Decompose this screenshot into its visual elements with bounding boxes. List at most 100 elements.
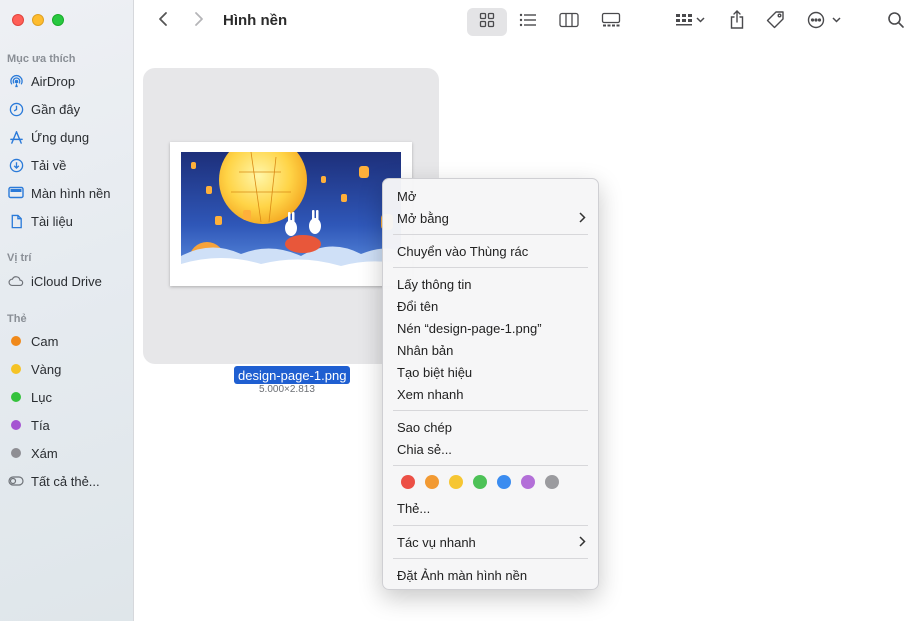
green-tag-swatch[interactable] xyxy=(473,475,487,489)
menu-separator xyxy=(393,525,588,526)
purple-tag-icon xyxy=(11,420,21,430)
cloud-icon xyxy=(8,273,24,289)
menu-item-copy[interactable]: Sao chép xyxy=(397,417,586,437)
menu-item-label: Mở bằng xyxy=(397,210,449,226)
menu-item-compress[interactable]: Nén “design-page-1.png” xyxy=(397,318,586,338)
clock-icon xyxy=(8,101,24,117)
menu-item-label: Chuyển vào Thùng rác xyxy=(397,243,529,259)
menu-item-quick-look[interactable]: Xem nhanh xyxy=(397,384,586,404)
menu-item-label: Tạo biệt hiệu xyxy=(397,364,473,380)
ellipsis-circle-icon xyxy=(807,11,841,34)
purple-tag-swatch[interactable] xyxy=(521,475,535,489)
red-tag-swatch[interactable] xyxy=(401,475,415,489)
sidebar-tag-yellow[interactable]: Vàng xyxy=(8,358,61,380)
sidebar-item-label: Lục xyxy=(31,389,52,405)
column-view-icon xyxy=(559,12,579,33)
sidebar-tag-purple[interactable]: Tía xyxy=(8,414,50,436)
menu-item-label: Nén “design-page-1.png” xyxy=(397,320,542,336)
sidebar-tag-orange[interactable]: Cam xyxy=(8,330,58,352)
yellow-tag-swatch[interactable] xyxy=(449,475,463,489)
menu-item-label: Đặt Ảnh màn hình nền xyxy=(397,567,528,583)
sidebar-all-tags[interactable]: Tất cả thẻ... xyxy=(8,470,100,492)
sidebar-item-icloud-drive[interactable]: iCloud Drive xyxy=(8,270,102,292)
document-icon xyxy=(8,213,24,229)
fullscreen-window-button[interactable] xyxy=(52,14,64,26)
tag-color-picker xyxy=(401,475,559,489)
menu-item-rename[interactable]: Đổi tên xyxy=(397,296,586,316)
orange-tag-swatch[interactable] xyxy=(425,475,439,489)
sidebar-item-recents[interactable]: Gần đây xyxy=(8,98,80,120)
chevron-right-icon xyxy=(194,11,204,32)
window-title: Hình nền xyxy=(223,12,288,29)
sidebar-item-label: Xám xyxy=(31,445,58,461)
menu-item-duplicate[interactable]: Nhân bản xyxy=(397,340,586,360)
sidebar-tag-gray[interactable]: Xám xyxy=(8,442,58,464)
tags-header: Thẻ xyxy=(7,313,27,325)
sidebar-item-applications[interactable]: Ứng dụng xyxy=(8,126,89,148)
sidebar-item-documents[interactable]: Tài liệu xyxy=(8,210,73,232)
sidebar-item-label: Cam xyxy=(31,333,59,349)
share-button[interactable] xyxy=(724,8,750,36)
sidebar-item-desktop[interactable]: Màn hình nền xyxy=(8,182,111,204)
download-icon xyxy=(8,157,24,173)
group-icon xyxy=(675,13,705,32)
orange-tag-icon xyxy=(11,336,21,346)
menu-item-label: Xem nhanh xyxy=(397,386,464,402)
chevron-right-icon xyxy=(579,211,586,226)
back-button[interactable] xyxy=(152,10,174,32)
file-name-label[interactable]: design-page-1.png xyxy=(234,366,351,384)
file-dimensions: 5.000×2.813 xyxy=(259,384,315,395)
file-thumbnail xyxy=(181,152,401,274)
icon-view-button[interactable] xyxy=(467,8,507,36)
menu-item-tags[interactable]: Thẻ... xyxy=(397,498,586,518)
menu-item-label: Sao chép xyxy=(397,419,452,435)
sidebar-item-downloads[interactable]: Tải về xyxy=(8,154,66,176)
menu-item-make-alias[interactable]: Tạo biệt hiệu xyxy=(397,362,586,382)
favorites-header: Mục ưa thích xyxy=(7,53,76,65)
sidebar-item-airdrop[interactable]: AirDrop xyxy=(8,70,75,92)
sidebar-tag-green[interactable]: Lục xyxy=(8,386,52,408)
search-button[interactable] xyxy=(882,8,910,36)
gray-tag-swatch[interactable] xyxy=(545,475,559,489)
edit-tags-button[interactable] xyxy=(762,8,790,36)
sidebar-item-label: Tải về xyxy=(31,157,67,173)
sidebar-item-label: Vàng xyxy=(31,361,62,377)
close-window-button[interactable] xyxy=(12,14,24,26)
menu-item-label: Đổi tên xyxy=(397,298,439,314)
menu-item-open-with[interactable]: Mở bằng xyxy=(397,208,586,228)
minimize-window-button[interactable] xyxy=(32,14,44,26)
menu-item-label: Lấy thông tin xyxy=(397,276,472,292)
menu-item-share[interactable]: Chia sẻ... xyxy=(397,439,586,459)
more-actions-button[interactable] xyxy=(804,8,844,36)
menu-separator xyxy=(393,465,588,466)
green-tag-icon xyxy=(11,392,21,402)
share-icon xyxy=(729,9,745,35)
desktop-icon xyxy=(8,185,24,201)
sidebar-item-label: Màn hình nền xyxy=(31,185,111,201)
gallery-view-button[interactable] xyxy=(592,8,630,36)
list-view-button[interactable] xyxy=(510,8,546,36)
menu-separator xyxy=(393,558,588,559)
sidebar: Mục ưa thích AirDrop Gần đây Ứng dụng Tả… xyxy=(0,0,134,621)
sidebar-item-label: Gần đây xyxy=(31,101,81,117)
menu-item-open[interactable]: Mở xyxy=(397,186,586,206)
menu-separator xyxy=(393,410,588,411)
chevron-right-icon xyxy=(579,535,586,550)
menu-item-label: Tác vụ nhanh xyxy=(397,534,476,550)
menu-item-get-info[interactable]: Lấy thông tin xyxy=(397,274,586,294)
column-view-button[interactable] xyxy=(551,8,587,36)
forward-button[interactable] xyxy=(188,10,210,32)
applications-icon xyxy=(8,129,24,145)
search-icon xyxy=(887,11,905,34)
yellow-tag-icon xyxy=(11,364,21,374)
all-tags-icon xyxy=(8,473,24,489)
menu-item-quick-actions[interactable]: Tác vụ nhanh xyxy=(397,532,586,552)
blue-tag-swatch[interactable] xyxy=(497,475,511,489)
menu-item-set-desktop-picture[interactable]: Đặt Ảnh màn hình nền xyxy=(397,565,586,585)
list-view-icon xyxy=(519,13,537,32)
sidebar-item-label: AirDrop xyxy=(31,73,76,89)
group-by-button[interactable] xyxy=(668,8,712,36)
menu-item-label: Thẻ... xyxy=(397,500,431,516)
menu-item-move-to-trash[interactable]: Chuyển vào Thùng rác xyxy=(397,241,586,261)
sidebar-item-label: Tía xyxy=(31,417,50,433)
